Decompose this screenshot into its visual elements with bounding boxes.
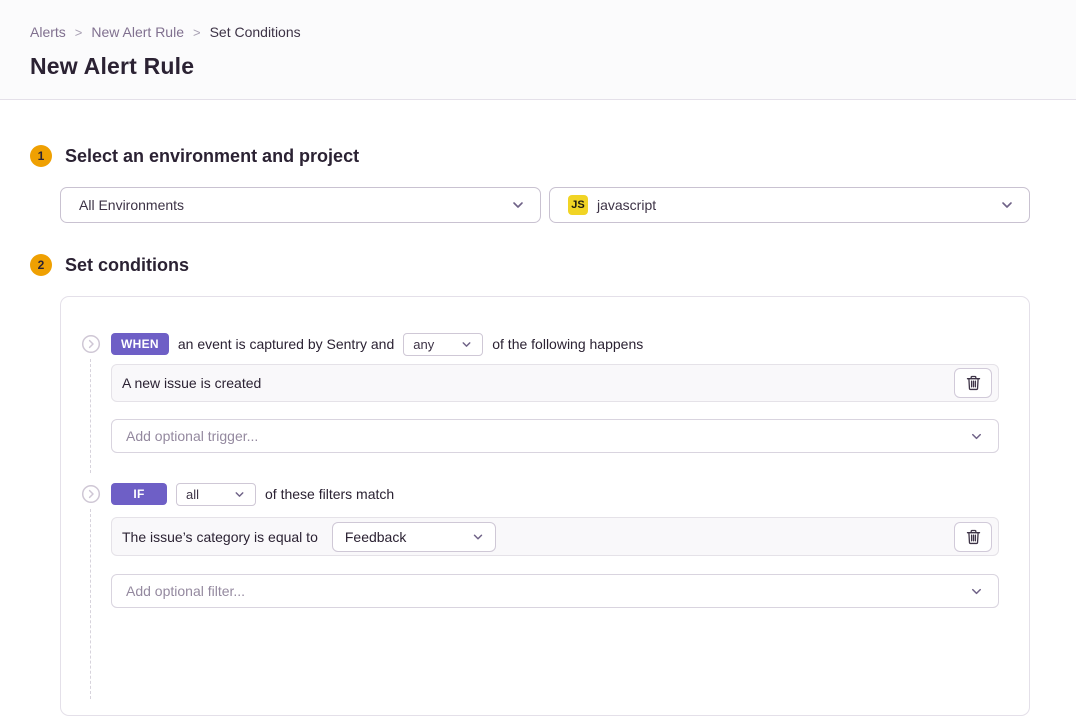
step-1-heading: 1 Select an environment and project (30, 145, 1046, 167)
environment-project-row: All Environments JS javascript (60, 187, 1046, 223)
if-block: IF all of these filters match The issue’… (81, 483, 999, 608)
trash-icon (966, 375, 981, 391)
step-2-number-badge: 2 (30, 254, 52, 276)
filter-category-value: Feedback (345, 529, 406, 545)
if-match-select[interactable]: all (176, 483, 256, 506)
delete-filter-button[interactable] (954, 522, 992, 552)
breadcrumb: Alerts > New Alert Rule > Set Conditions (30, 24, 1046, 40)
project-select[interactable]: JS javascript (549, 187, 1030, 223)
trigger-condition-label: A new issue is created (122, 375, 261, 391)
add-optional-filter-select[interactable]: Add optional filter... (111, 574, 999, 608)
breadcrumb-separator: > (75, 25, 83, 40)
circle-chevron-right-icon (81, 334, 101, 354)
chevron-down-icon (969, 584, 984, 599)
filter-condition-label: The issue’s category is equal to (122, 529, 318, 545)
step-2-heading: 2 Set conditions (30, 254, 1046, 276)
if-badge: IF (111, 483, 167, 505)
step-1-title: Select an environment and project (65, 146, 359, 167)
when-text-after: of the following happens (492, 336, 643, 352)
add-optional-filter-placeholder: Add optional filter... (126, 583, 245, 599)
main-content: 1 Select an environment and project All … (0, 145, 1076, 716)
add-optional-trigger-select[interactable]: Add optional trigger... (111, 419, 999, 453)
breadcrumb-set-conditions: Set Conditions (210, 24, 301, 40)
if-rail (81, 483, 101, 608)
page-header: Alerts > New Alert Rule > Set Conditions… (0, 0, 1076, 100)
delete-trigger-button[interactable] (954, 368, 992, 398)
step-1-number-badge: 1 (30, 145, 52, 167)
when-rail (81, 333, 101, 453)
if-text-after: of these filters match (265, 486, 394, 502)
when-badge: WHEN (111, 333, 169, 355)
breadcrumb-separator: > (193, 25, 201, 40)
when-match-value: any (413, 337, 434, 352)
javascript-platform-icon: JS (568, 195, 588, 215)
chevron-down-icon (969, 429, 984, 444)
breadcrumb-new-alert-rule[interactable]: New Alert Rule (91, 24, 184, 40)
chevron-down-icon (471, 530, 485, 544)
conditions-panel: WHEN an event is captured by Sentry and … (60, 296, 1030, 716)
step-2-title: Set conditions (65, 255, 189, 276)
when-block: WHEN an event is captured by Sentry and … (81, 333, 999, 453)
trigger-condition-row: A new issue is created (111, 364, 999, 402)
chevron-down-icon (999, 197, 1015, 213)
if-header: IF all of these filters match (111, 483, 999, 505)
breadcrumb-alerts[interactable]: Alerts (30, 24, 66, 40)
trash-icon (966, 529, 981, 545)
when-header: WHEN an event is captured by Sentry and … (111, 333, 999, 355)
add-optional-trigger-placeholder: Add optional trigger... (126, 428, 258, 444)
filter-category-select[interactable]: Feedback (332, 522, 496, 552)
chevron-down-icon (233, 488, 246, 501)
filter-condition-row: The issue’s category is equal to Feedbac… (111, 517, 999, 556)
if-match-value: all (186, 487, 199, 502)
page-title: New Alert Rule (30, 53, 1046, 80)
when-text-before: an event is captured by Sentry and (178, 336, 394, 352)
chevron-down-icon (460, 338, 473, 351)
chevron-down-icon (510, 197, 526, 213)
circle-chevron-right-icon (81, 484, 101, 504)
environment-select-value: All Environments (79, 197, 184, 213)
when-match-select[interactable]: any (403, 333, 483, 356)
project-select-value: javascript (597, 197, 656, 213)
environment-select[interactable]: All Environments (60, 187, 541, 223)
